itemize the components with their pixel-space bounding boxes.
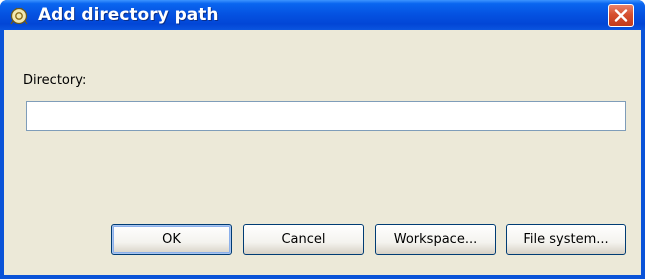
directory-label: Directory: <box>23 73 87 88</box>
app-icon <box>9 6 29 26</box>
dialog-window: Add directory path Directory: OK Cancel … <box>0 0 645 279</box>
title-bar[interactable]: Add directory path <box>0 0 645 30</box>
cancel-button[interactable]: Cancel <box>243 224 364 255</box>
workspace-button[interactable]: Workspace... <box>375 224 496 255</box>
window-title: Add directory path <box>38 5 219 25</box>
file-system-button[interactable]: File system... <box>506 224 626 255</box>
close-icon <box>614 9 628 22</box>
directory-input[interactable] <box>26 101 626 131</box>
ok-button[interactable]: OK <box>111 224 232 255</box>
close-button[interactable] <box>608 4 634 27</box>
